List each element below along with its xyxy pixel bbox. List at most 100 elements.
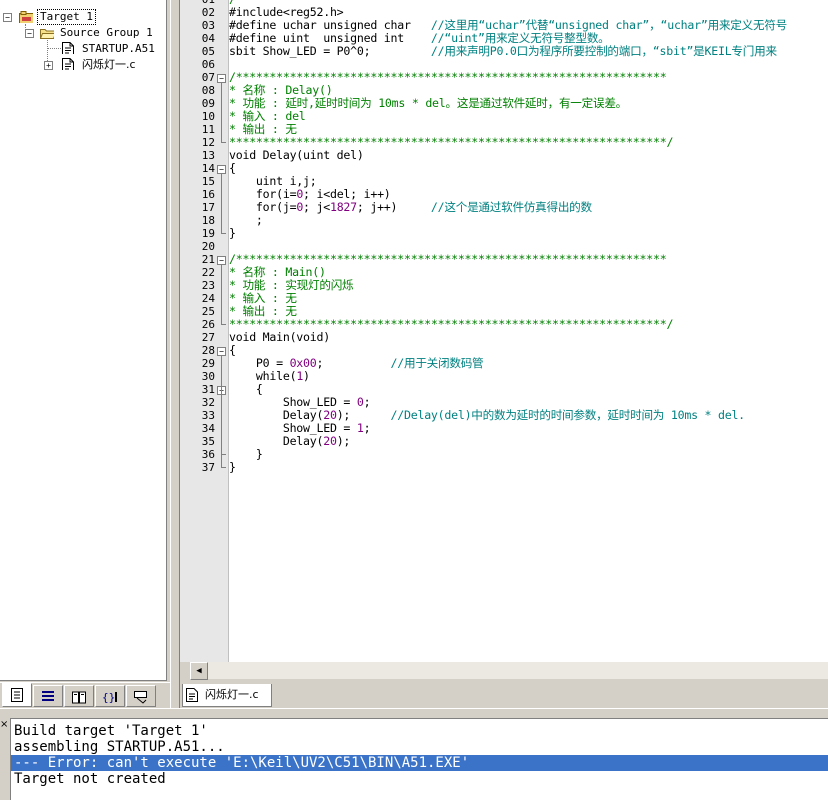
collapse-icon[interactable]: −	[25, 29, 34, 38]
code-token: );	[336, 408, 391, 422]
line-number: 03	[201, 19, 215, 32]
number-token: 0	[356, 395, 364, 409]
code-line: 36 }	[180, 448, 828, 462]
comment-token: //用来声明P0.0口为程序所要控制的端口，“sbit”是KEIL专门用来	[430, 44, 777, 58]
output-line: assembling STARTUP.A51...	[14, 739, 225, 755]
fold-guide	[221, 83, 222, 142]
project-tree: − Target 1 − Source Group 1 STARTUP.A51 …	[0, 0, 167, 681]
number-token: 1827	[329, 200, 357, 214]
doc-comment-token: * 名称 : Main()	[229, 265, 326, 279]
files-tab[interactable]	[2, 683, 32, 707]
fold-collapse-icon[interactable]: −	[217, 74, 226, 83]
templates-icon	[134, 691, 147, 704]
fold-collapse-icon[interactable]: −	[217, 256, 226, 265]
panel-splitter[interactable]	[170, 0, 180, 708]
horizontal-scrollbar[interactable]: ◀	[180, 662, 828, 680]
code-line: 13 void Delay(uint del)	[180, 149, 828, 163]
code-token: #include<reg52.h>	[229, 5, 344, 19]
code-text: sbit Show_LED = P0^0; //用来声明P0.0口为程序所要控制…	[229, 45, 777, 58]
line-number: 37	[201, 461, 215, 474]
code-token: uint i,j;	[229, 174, 317, 188]
line-number: 02	[201, 6, 215, 19]
fold-collapse-icon[interactable]: −	[217, 347, 226, 356]
line-number: 30	[201, 370, 215, 383]
code-text: for(j=0; j<1827; j++) //这个是通过软件仿真得出的数	[229, 201, 592, 214]
files-icon	[11, 688, 23, 702]
registers-tab[interactable]	[33, 685, 63, 707]
file-label: STARTUP.A51	[82, 42, 155, 55]
output-divider[interactable]	[0, 708, 828, 718]
output-line: Target not created	[14, 771, 166, 787]
line-number: 28	[201, 344, 215, 357]
code-token: #define uchar unsigned char	[229, 18, 431, 32]
scroll-track[interactable]	[208, 662, 828, 679]
line-number: 35	[201, 435, 215, 448]
line-number: 31	[201, 383, 215, 396]
file-label: 闪烁灯一.c	[82, 58, 136, 71]
fold-guide	[221, 265, 222, 324]
comment-token: //这里用“uchar”代替“unsigned char”，“uchar”用来定…	[430, 18, 788, 32]
tab-source-file[interactable]: 闪烁灯一.c	[182, 684, 272, 707]
tab-label: 闪烁灯一.c	[205, 688, 259, 701]
collapse-icon[interactable]: −	[3, 13, 12, 22]
line-number: 05	[201, 45, 215, 58]
code-token: ; j<	[303, 200, 330, 214]
code-line: 19}	[180, 227, 828, 241]
code-token: Delay(	[229, 434, 324, 448]
line-number: 34	[201, 422, 215, 435]
functions-tab[interactable]: {}	[95, 685, 125, 707]
code-token: )	[303, 369, 310, 383]
code-text: }	[229, 227, 236, 240]
code-token: for(i=	[229, 187, 297, 201]
line-number: 36	[201, 448, 215, 461]
tree-connector	[47, 48, 61, 49]
line-number: 21	[201, 253, 215, 266]
code-token: Delay(	[229, 408, 324, 422]
workspace-tab-strip: {}	[0, 682, 170, 707]
code-token: {	[229, 382, 263, 396]
code-token: P0 =	[229, 356, 290, 370]
code-token: ; i<del; i++)	[303, 187, 391, 201]
doc-comment-token: * 输出 : 无	[229, 304, 297, 318]
number-token: 20	[323, 434, 337, 448]
project-workspace-panel: − Target 1 − Source Group 1 STARTUP.A51 …	[0, 0, 170, 708]
expand-icon[interactable]: +	[44, 61, 53, 70]
line-number: 20	[201, 240, 215, 253]
code-token: Show_LED =	[229, 421, 357, 435]
c-file-icon	[186, 688, 198, 702]
templates-tab[interactable]	[126, 685, 156, 707]
comment-token: //这个是通过软件仿真得出的数	[430, 200, 592, 214]
code-editor[interactable]: 0 1 /*************************************…	[180, 0, 828, 662]
doc-comment-token: ****************************************…	[229, 135, 674, 149]
target-label: Target 1	[37, 9, 96, 25]
code-token: {	[229, 161, 236, 175]
line-number: 26	[201, 318, 215, 331]
line-number: 09	[201, 97, 215, 110]
output-line-error[interactable]: --- Error: can't execute 'E:\Keil\UV2\C5…	[11, 755, 828, 771]
code-token: }	[229, 460, 236, 474]
fold-collapse-icon[interactable]: −	[217, 165, 226, 174]
code-token: }	[229, 226, 236, 240]
code-line: 17 for(j=0; j<1827; j++) //这个是通过软件仿真得出的数	[180, 201, 828, 215]
close-icon[interactable]: ×	[0, 720, 8, 730]
doc-comment-token: * 输出 : 无	[229, 122, 297, 136]
doc-comment-token: * 功能 : 延时,延时时间为 10ms * del。这是通过软件延时，有一定误…	[229, 96, 628, 110]
fold-guide-end	[221, 454, 226, 455]
doc-comment-token: * 输入 : 无	[229, 291, 297, 305]
code-line: 30 while(1)	[180, 369, 828, 384]
a51-file-icon	[62, 42, 74, 54]
line-number: 06	[201, 58, 215, 71]
build-output-window[interactable]: Build target 'Target 1' assembling START…	[10, 718, 828, 800]
number-token: 0x00	[289, 356, 317, 370]
folder-open-icon	[40, 29, 54, 39]
line-number: 17	[201, 201, 215, 214]
code-text: void Main(void)	[229, 331, 330, 344]
books-tab[interactable]	[64, 685, 94, 707]
doc-comment-token: /***************************************…	[229, 252, 667, 266]
line-number: 13	[201, 149, 215, 162]
line-number: 29	[201, 357, 215, 370]
code-text: void Delay(uint del)	[229, 149, 364, 162]
line-number: 19	[201, 227, 215, 240]
code-token: sbit Show_LED = P0^0;	[229, 44, 431, 58]
scroll-left-button[interactable]: ◀	[190, 662, 208, 680]
